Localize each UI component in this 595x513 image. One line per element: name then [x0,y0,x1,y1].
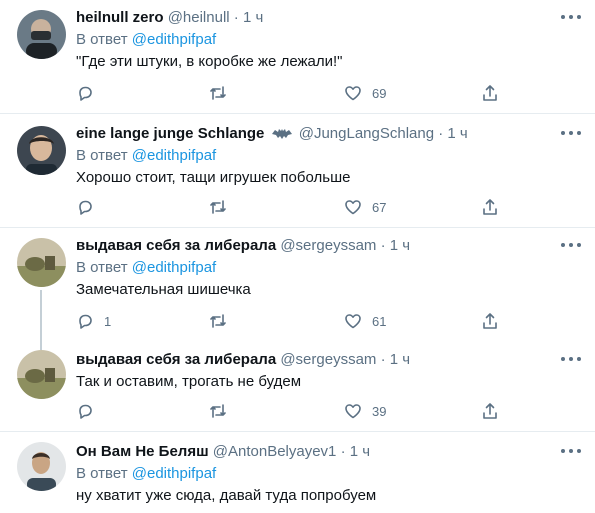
reply-count: 1 [104,313,112,329]
share-button[interactable] [481,82,499,104]
share-icon [483,199,497,215]
reply-to-link[interactable]: @edithpifpaf [132,259,216,276]
avatar[interactable] [17,10,66,59]
retweet-icon [210,314,226,328]
reply-context: В ответ @edithpifpaf [76,30,581,50]
tweet[interactable]: выдавая себя за либерала @sergeyssam · 1… [0,340,595,432]
share-button[interactable] [481,400,499,422]
reply-icon [79,86,92,101]
author-handle[interactable]: @heilnull [168,9,230,26]
timestamp[interactable]: 1 ч [390,237,410,254]
author-handle[interactable]: @JungLangSchlang [299,125,434,142]
author-handle[interactable]: @AntonBelyayev1 [213,443,337,460]
author-name[interactable]: heilnull zero [76,9,164,26]
like-button[interactable]: 69 [344,82,386,104]
retweet-button[interactable] [209,400,237,422]
avatar[interactable] [17,238,66,287]
tweet-text: "Где эти штуки, в коробке же лежали!" [76,53,343,70]
more-icon[interactable] [561,352,581,366]
author-name[interactable]: выдавая себя за либерала [76,351,276,368]
more-icon[interactable] [561,444,581,458]
reply-to-link[interactable]: @edithpifpaf [132,147,216,164]
avatar[interactable] [17,350,66,399]
timestamp[interactable]: 1 ч [350,443,370,460]
retweet-icon [210,404,226,418]
author-name[interactable]: eine lange junge Schlange [76,125,264,142]
separator-dot: · [438,125,444,142]
retweet-button[interactable] [209,82,237,104]
separator-dot: · [233,9,239,26]
tweet[interactable]: выдавая себя за либерала @sergeyssam · 1… [0,228,595,340]
avatar[interactable] [17,442,66,491]
share-button[interactable] [481,310,499,332]
thread-line [40,340,42,350]
reply-icon [79,200,92,215]
tweet[interactable]: eine lange junge Schlange @JungLangSchla… [0,114,595,227]
like-count: 39 [372,403,387,419]
reply-prefix: В ответ [76,259,128,276]
separator-dot: · [380,237,386,254]
bat-icon [271,129,292,139]
reply-button[interactable]: 1 [76,310,111,332]
thread-line [40,290,42,340]
tweet[interactable]: Он Вам Не Беляш @AntonBelyayev1 · 1 ч В … [0,432,595,513]
separator-dot: · [380,351,386,368]
author-name[interactable]: Он Вам Не Беляш [76,443,209,460]
like-button[interactable]: 67 [344,196,386,218]
like-count: 69 [372,85,387,101]
reply-to-link[interactable]: @edithpifpaf [132,31,216,48]
heart-icon [345,86,361,101]
timestamp[interactable]: 1 ч [447,125,467,142]
retweet-icon [210,86,226,100]
retweet-button[interactable] [209,196,237,218]
reply-context: В ответ @edithpifpaf [76,258,581,278]
reply-context: В ответ @edithpifpaf [76,464,581,484]
like-count: 61 [372,313,387,329]
tweet-text: Замечательная шишечка [76,281,251,298]
timestamp[interactable]: 1 ч [390,351,410,368]
like-count: 67 [372,199,387,215]
reply-prefix: В ответ [76,31,128,48]
author-name[interactable]: выдавая себя за либерала [76,237,276,254]
tweet-text: Так и оставим, трогать не будем [76,373,302,390]
retweet-button[interactable] [209,310,237,332]
avatar[interactable] [17,126,66,175]
author-handle[interactable]: @sergeyssam [280,237,376,254]
heart-icon [345,314,361,329]
reply-icon [79,404,92,419]
more-icon[interactable] [561,10,581,24]
reply-button[interactable] [76,196,104,218]
heart-icon [345,200,361,215]
more-icon[interactable] [561,238,581,252]
tweet[interactable]: heilnull zero @heilnull · 1 ч В ответ @e… [0,0,595,113]
timestamp[interactable]: 1 ч [243,9,263,26]
like-button[interactable]: 39 [344,400,386,422]
share-icon [483,403,497,419]
more-icon[interactable] [561,126,581,140]
share-icon [483,85,497,101]
reply-prefix: В ответ [76,465,128,482]
tweet-text: Хорошо стоит, тащи игрушек побольше [76,169,351,186]
reply-prefix: В ответ [76,147,128,164]
separator-dot: · [340,443,346,460]
tweet-text: ну хватит уже сюда, давай туда попробуем [76,487,377,504]
share-icon [483,313,497,329]
retweet-icon [210,200,226,214]
author-handle[interactable]: @sergeyssam [280,351,376,368]
reply-to-link[interactable]: @edithpifpaf [132,465,216,482]
reply-button[interactable] [76,400,104,422]
share-button[interactable] [481,196,499,218]
reply-context: В ответ @edithpifpaf [76,146,581,166]
reply-icon [79,314,92,329]
like-button[interactable]: 61 [344,310,386,332]
reply-button[interactable] [76,82,104,104]
heart-icon [345,404,361,419]
